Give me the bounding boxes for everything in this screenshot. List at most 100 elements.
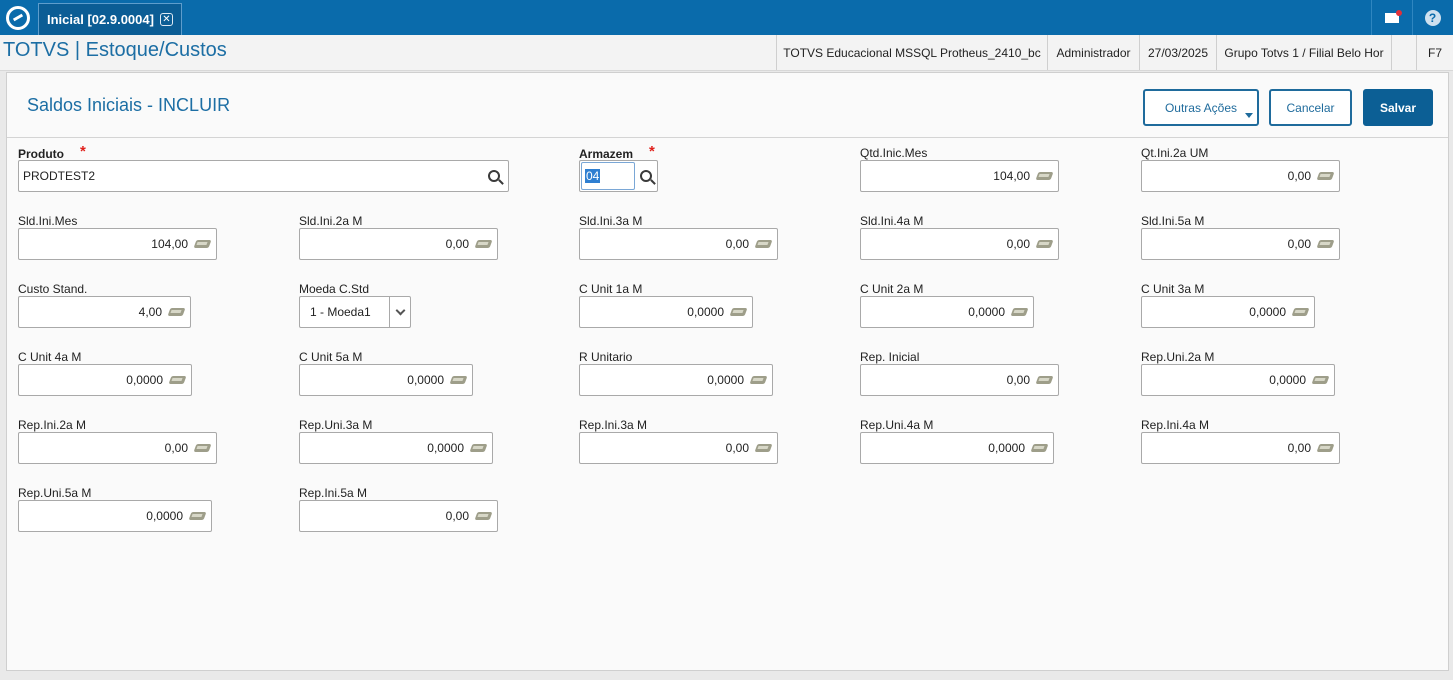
rep-ini-5a-m-label: Rep.Ini.5a M (299, 486, 368, 500)
sld-ini-5a-m-input[interactable]: 0,00 (1141, 228, 1340, 260)
calculator-icon[interactable] (169, 374, 187, 386)
calculator-icon[interactable] (730, 306, 748, 318)
module-title: TOTVS | Estoque/Custos (3, 39, 227, 61)
calculator-icon[interactable] (168, 306, 186, 318)
produto-value: PRODTEST2 (23, 169, 96, 183)
c-unit-2a-m-label: C Unit 2a M (860, 282, 924, 296)
qt-ini-2a-um-input[interactable]: 0,00 (1141, 160, 1340, 192)
user-info[interactable]: Administrador (1047, 35, 1139, 70)
rep-uni-5a-m-label: Rep.Uni.5a M (18, 486, 92, 500)
form-panel: Saldos Iniciais - INCLUIR Outras Ações C… (6, 72, 1449, 671)
calculator-icon[interactable] (450, 374, 468, 386)
c-unit-1a-m-input[interactable]: 0,0000 (579, 296, 753, 328)
calculator-icon[interactable] (475, 238, 493, 250)
c-unit-2a-m-input[interactable]: 0,0000 (860, 296, 1034, 328)
rep-ini-2a-m-input[interactable]: 0,00 (18, 432, 217, 464)
calculator-icon[interactable] (1036, 374, 1054, 386)
rep-uni-4a-m-value: 0,0000 (988, 441, 1025, 455)
calculator-icon[interactable] (1317, 238, 1335, 250)
totvs-logo-icon[interactable] (0, 0, 36, 35)
calculator-icon[interactable] (750, 374, 768, 386)
calculator-icon[interactable] (189, 510, 207, 522)
calculator-icon[interactable] (1292, 306, 1310, 318)
rep-uni-3a-m-label: Rep.Uni.3a M (299, 418, 373, 432)
module-header: TOTVS | Estoque/Custos TOTVS Educacional… (0, 35, 1453, 71)
calculator-icon[interactable] (1036, 170, 1054, 182)
moeda-c-std-select[interactable]: 1 - Moeda1 (299, 296, 411, 328)
calculator-icon[interactable] (1317, 442, 1335, 454)
armazem-input[interactable]: 04 (581, 162, 635, 190)
c-unit-5a-m-value: 0,0000 (407, 373, 444, 387)
environment-info[interactable]: TOTVS Educacional MSSQL Protheus_2410_bc (776, 35, 1047, 70)
rep-uni-2a-m-input[interactable]: 0,0000 (1141, 364, 1335, 396)
rep-uni-3a-m-input[interactable]: 0,0000 (299, 432, 493, 464)
calculator-icon[interactable] (1036, 238, 1054, 250)
tab-close-icon[interactable]: ✕ (159, 13, 173, 26)
cancel-button[interactable]: Cancelar (1269, 89, 1352, 126)
qtd-inic-mes-value: 104,00 (993, 169, 1030, 183)
sld-ini-mes-input[interactable]: 104,00 (18, 228, 217, 260)
rep-ini-3a-m-label: Rep.Ini.3a M (579, 418, 648, 432)
produto-label: Produto (18, 147, 64, 161)
calculator-icon[interactable] (1031, 442, 1049, 454)
rep-ini-3a-m-input[interactable]: 0,00 (579, 432, 778, 464)
save-button[interactable]: Salvar (1363, 89, 1433, 126)
rep-inicial-label: Rep. Inicial (860, 350, 920, 364)
help-icon[interactable]: ? (1412, 0, 1452, 35)
c-unit-3a-m-input[interactable]: 0,0000 (1141, 296, 1315, 328)
rep-inicial-input[interactable]: 0,00 (860, 364, 1059, 396)
required-mark: * (649, 143, 655, 160)
calculator-icon[interactable] (755, 442, 773, 454)
branch-info[interactable]: Grupo Totvs 1 / Filial Belo Hor (1216, 35, 1391, 70)
calculator-icon[interactable] (194, 442, 212, 454)
tab-label: Inicial [02.9.0004] (47, 12, 154, 27)
calculator-icon[interactable] (1317, 170, 1335, 182)
chevron-down-icon[interactable] (389, 297, 410, 327)
moeda-c-std-label: Moeda C.Std (299, 282, 370, 296)
c-unit-5a-m-input[interactable]: 0,0000 (299, 364, 473, 396)
rep-uni-4a-m-input[interactable]: 0,0000 (860, 432, 1054, 464)
calculator-icon[interactable] (755, 238, 773, 250)
rep-inicial-value: 0,00 (1006, 373, 1030, 387)
produto-input[interactable]: PRODTEST2 (18, 160, 509, 192)
custo-stand-input[interactable]: 4,00 (18, 296, 191, 328)
sld-ini-5a-m-label: Sld.Ini.5a M (1141, 214, 1205, 228)
sld-ini-2a-m-value: 0,00 (445, 237, 469, 251)
qtd-inic-mes-input[interactable]: 104,00 (860, 160, 1059, 192)
c-unit-4a-m-input[interactable]: 0,0000 (18, 364, 192, 396)
c-unit-1a-m-label: C Unit 1a M (579, 282, 643, 296)
tab-inicial[interactable]: Inicial [02.9.0004] ✕ (38, 3, 182, 35)
other-actions-button[interactable]: Outras Ações (1143, 89, 1259, 126)
sld-ini-2a-m-input[interactable]: 0,00 (299, 228, 498, 260)
calculator-icon[interactable] (475, 510, 493, 522)
rep-ini-5a-m-input[interactable]: 0,00 (299, 500, 498, 532)
date-info[interactable]: 27/03/2025 (1139, 35, 1216, 70)
sld-ini-4a-m-input[interactable]: 0,00 (860, 228, 1059, 260)
qt-ini-2a-um-label: Qt.Ini.2a UM (1141, 146, 1209, 160)
calculator-icon[interactable] (470, 442, 488, 454)
r-unitario-label: R Unitario (579, 350, 633, 364)
sld-ini-4a-m-value: 0,00 (1006, 237, 1030, 251)
mail-icon[interactable] (1371, 0, 1411, 35)
c-unit-2a-m-value: 0,0000 (968, 305, 1005, 319)
shortcut-f7[interactable]: F7 (1416, 35, 1453, 70)
top-bar: Inicial [02.9.0004] ✕ ? (0, 0, 1453, 35)
rep-uni-2a-m-value: 0,0000 (1269, 373, 1306, 387)
calculator-icon[interactable] (1312, 374, 1330, 386)
calculator-icon[interactable] (1011, 306, 1029, 318)
armazem-value: 04 (585, 169, 601, 183)
sld-ini-3a-m-input[interactable]: 0,00 (579, 228, 778, 260)
search-icon[interactable] (480, 161, 508, 191)
calculator-icon[interactable] (194, 238, 212, 250)
qtd-inic-mes-label: Qtd.Inic.Mes (860, 146, 928, 160)
armazem-label: Armazem (579, 147, 634, 161)
rep-ini-5a-m-value: 0,00 (445, 509, 469, 523)
sld-ini-mes-value: 104,00 (151, 237, 188, 251)
rep-uni-5a-m-input[interactable]: 0,0000 (18, 500, 212, 532)
sld-ini-3a-m-label: Sld.Ini.3a M (579, 214, 643, 228)
rep-uni-2a-m-label: Rep.Uni.2a M (1141, 350, 1215, 364)
r-unitario-input[interactable]: 0,0000 (579, 364, 773, 396)
rep-ini-4a-m-input[interactable]: 0,00 (1141, 432, 1340, 464)
sld-ini-2a-m-label: Sld.Ini.2a M (299, 214, 363, 228)
search-icon[interactable] (635, 161, 657, 191)
